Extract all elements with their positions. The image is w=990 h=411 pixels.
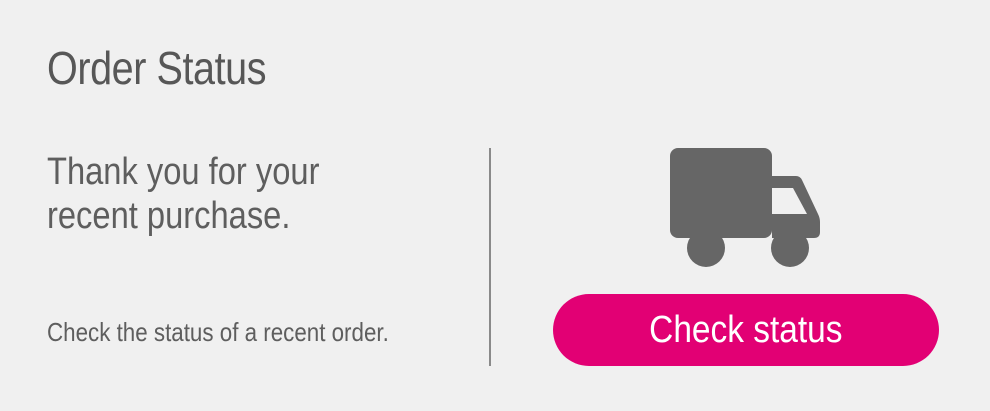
order-status-card: Order Status Thank you for your recent p…: [0, 0, 990, 411]
thank-you-message: Thank you for your recent purchase.: [47, 151, 320, 237]
thank-you-section: Thank you for your recent purchase.: [47, 150, 447, 238]
check-status-button[interactable]: Check status: [553, 294, 939, 366]
page-title: Order Status: [47, 42, 267, 94]
vertical-divider: [489, 148, 491, 366]
check-status-button-label: Check status: [649, 309, 843, 351]
truck-icon: [670, 148, 820, 267]
status-hint-text: Check the status of a recent order.: [47, 317, 389, 347]
